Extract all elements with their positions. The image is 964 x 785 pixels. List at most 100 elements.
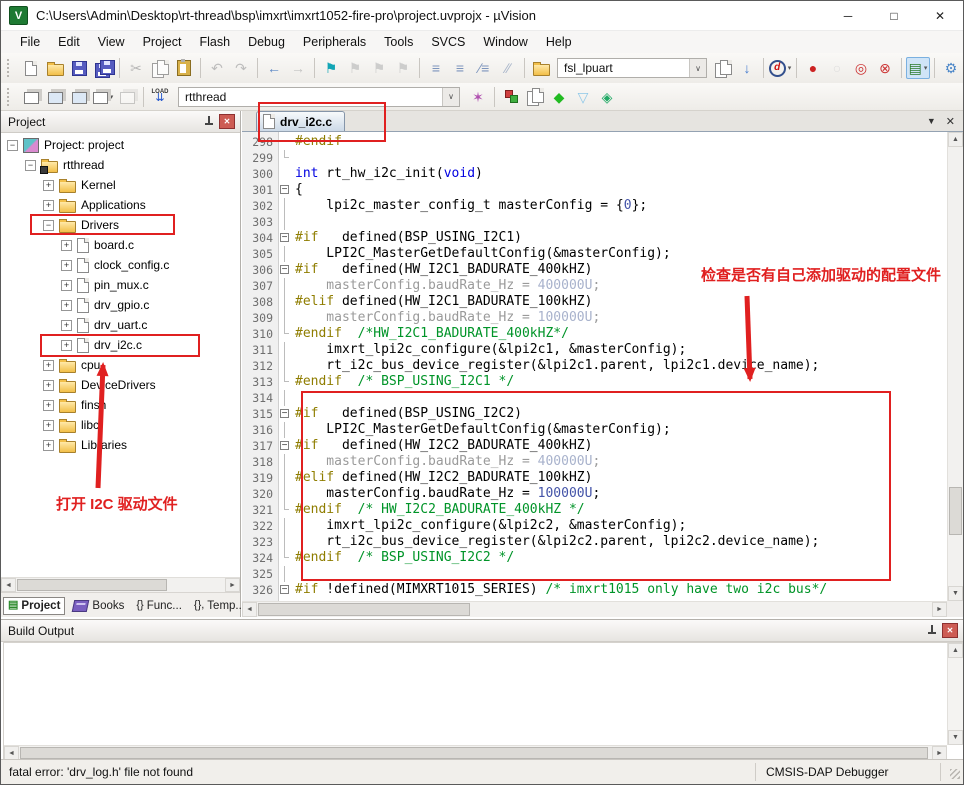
target-select-dropdown-icon[interactable]: ∨ xyxy=(442,88,459,106)
tree-expander-icon[interactable]: + xyxy=(61,240,72,251)
code-editor[interactable]: 298#endif299300int rt_hw_i2c_init(void)3… xyxy=(242,132,947,601)
save-all-icon[interactable] xyxy=(91,57,115,79)
search-text-icon[interactable] xyxy=(711,57,735,79)
insert-breakpoint-icon[interactable]: ● xyxy=(801,57,825,79)
batch-build-icon[interactable]: ▾ xyxy=(91,86,115,108)
fold-marker[interactable] xyxy=(278,262,292,278)
project-panel-close-button[interactable]: ✕ xyxy=(219,114,235,129)
minimize-button[interactable]: ─ xyxy=(825,1,871,30)
menu-window[interactable]: Window xyxy=(474,33,536,51)
menu-file[interactable]: File xyxy=(11,33,49,51)
toolbar-grip[interactable] xyxy=(7,59,13,77)
unindent-icon[interactable]: ≡ xyxy=(424,57,448,79)
find-next-icon[interactable]: ↓ xyxy=(735,57,759,79)
tree-expander-icon[interactable]: + xyxy=(43,440,54,451)
open-file-icon[interactable] xyxy=(43,57,67,79)
editor-vscrollbar[interactable]: ▲ ▼ xyxy=(947,132,963,601)
menu-flash[interactable]: Flash xyxy=(190,33,239,51)
maximize-button[interactable]: □ xyxy=(871,1,917,30)
tree-item-drivers[interactable]: −Drivers xyxy=(1,215,238,235)
scroll-up-icon[interactable]: ▲ xyxy=(948,132,963,147)
scroll-thumb[interactable] xyxy=(258,603,470,616)
search-combo[interactable]: fsl_lpuart ∨ xyxy=(557,58,707,78)
uncomment-selection-icon[interactable]: ∕∕ xyxy=(496,57,520,79)
component-viewer-icon[interactable]: ◆ xyxy=(547,86,571,108)
close-document-icon[interactable]: ✕ xyxy=(946,115,955,128)
scroll-right-icon[interactable]: ► xyxy=(932,602,947,617)
tree-item-kernel[interactable]: +Kernel xyxy=(1,175,238,195)
manage-project-items-icon[interactable] xyxy=(523,86,547,108)
scroll-track[interactable] xyxy=(16,578,225,592)
start-stop-debug-session-icon[interactable]: d▾ xyxy=(768,57,792,79)
scroll-thumb[interactable] xyxy=(20,747,928,759)
menu-tools[interactable]: Tools xyxy=(375,33,422,51)
scroll-track[interactable] xyxy=(19,746,932,760)
search-combo-dropdown-icon[interactable]: ∨ xyxy=(689,59,706,77)
tree-expander-icon[interactable]: + xyxy=(61,260,72,271)
tree-expander-icon[interactable]: + xyxy=(61,280,72,291)
tree-expander-icon[interactable]: + xyxy=(43,180,54,191)
workspace-tab-project[interactable]: ▤Project xyxy=(3,597,65,615)
tree-item-clock-config-c[interactable]: +clock_config.c xyxy=(1,255,238,275)
tab-drv-i2c-c[interactable]: drv_i2c.c xyxy=(256,111,345,131)
tree-item-drv-i2c-c[interactable]: +drv_i2c.c xyxy=(1,335,238,355)
workspace-tab-temp[interactable]: {},Temp... xyxy=(190,598,249,614)
scroll-left-icon[interactable]: ◄ xyxy=(4,746,19,760)
tree-item-project-project[interactable]: −Project: project xyxy=(1,135,238,155)
build-target-icon[interactable] xyxy=(43,86,67,108)
find-in-files-icon[interactable] xyxy=(529,57,553,79)
scroll-down-icon[interactable]: ▼ xyxy=(948,586,963,601)
document-list-dropdown-icon[interactable]: ▼ xyxy=(927,116,936,126)
kill-all-breakpoints-icon[interactable]: ⊗ xyxy=(873,57,897,79)
close-button[interactable]: ✕ xyxy=(917,1,963,30)
build-output-close-button[interactable]: ✕ xyxy=(942,623,958,638)
window-layout-icon[interactable]: ▤▾ xyxy=(906,57,930,79)
paste-icon[interactable] xyxy=(172,57,196,79)
configure-tools-icon[interactable]: ⚙ xyxy=(939,57,963,79)
file-extensions-icon[interactable]: ◈ xyxy=(595,86,619,108)
menu-edit[interactable]: Edit xyxy=(49,33,89,51)
tree-expander-icon[interactable]: + xyxy=(43,360,54,371)
workspace-tab-func[interactable]: {}Func... xyxy=(132,598,186,614)
target-options-icon[interactable]: ✶ xyxy=(466,86,490,108)
scroll-left-icon[interactable]: ◄ xyxy=(242,602,257,617)
translate-file-icon[interactable] xyxy=(19,86,43,108)
pin-icon[interactable] xyxy=(204,115,214,128)
tree-item-rtthread[interactable]: −rtthread xyxy=(1,155,238,175)
menu-svcs[interactable]: SVCS xyxy=(422,33,474,51)
tree-expander-icon[interactable]: + xyxy=(43,200,54,211)
fold-marker[interactable] xyxy=(278,438,292,454)
menu-peripherals[interactable]: Peripherals xyxy=(294,33,375,51)
tree-item-drv-uart-c[interactable]: +drv_uart.c xyxy=(1,315,238,335)
save-icon[interactable] xyxy=(67,57,91,79)
functions-filter-icon[interactable]: ▽ xyxy=(571,86,595,108)
scroll-track[interactable] xyxy=(257,602,932,617)
new-file-icon[interactable] xyxy=(19,57,43,79)
scroll-up-icon[interactable]: ▲ xyxy=(948,643,963,658)
tree-expander-icon[interactable]: + xyxy=(61,320,72,331)
scroll-right-icon[interactable]: ► xyxy=(225,578,240,592)
target-select-combo[interactable]: rtthread ∨ xyxy=(178,87,460,107)
tree-expander-icon[interactable]: + xyxy=(43,420,54,431)
tree-expander-icon[interactable]: − xyxy=(43,220,54,231)
manage-run-time-environment-icon[interactable] xyxy=(499,86,523,108)
menu-debug[interactable]: Debug xyxy=(239,33,294,51)
menu-help[interactable]: Help xyxy=(537,33,581,51)
tree-item-finsh[interactable]: +finsh xyxy=(1,395,238,415)
scroll-right-icon[interactable]: ► xyxy=(932,746,947,760)
build-output-vscrollbar[interactable]: ▲ ▼ xyxy=(947,643,963,745)
fold-marker[interactable] xyxy=(278,230,292,246)
fold-marker[interactable] xyxy=(278,582,292,598)
tree-item-cpu[interactable]: +cpu xyxy=(1,355,238,375)
resize-grip[interactable] xyxy=(940,763,963,781)
navigate-back-icon[interactable]: ← xyxy=(262,57,286,79)
workspace-tab-books[interactable]: Books xyxy=(69,598,128,614)
scroll-left-icon[interactable]: ◄ xyxy=(1,578,16,592)
menu-view[interactable]: View xyxy=(89,33,134,51)
fold-marker[interactable] xyxy=(278,406,292,422)
tree-expander-icon[interactable]: + xyxy=(61,340,72,351)
tree-expander-icon[interactable]: + xyxy=(61,300,72,311)
comment-selection-icon[interactable]: ∕≡ xyxy=(472,57,496,79)
editor-hscrollbar[interactable]: ◄ ► xyxy=(242,601,947,617)
indent-icon[interactable]: ≡ xyxy=(448,57,472,79)
